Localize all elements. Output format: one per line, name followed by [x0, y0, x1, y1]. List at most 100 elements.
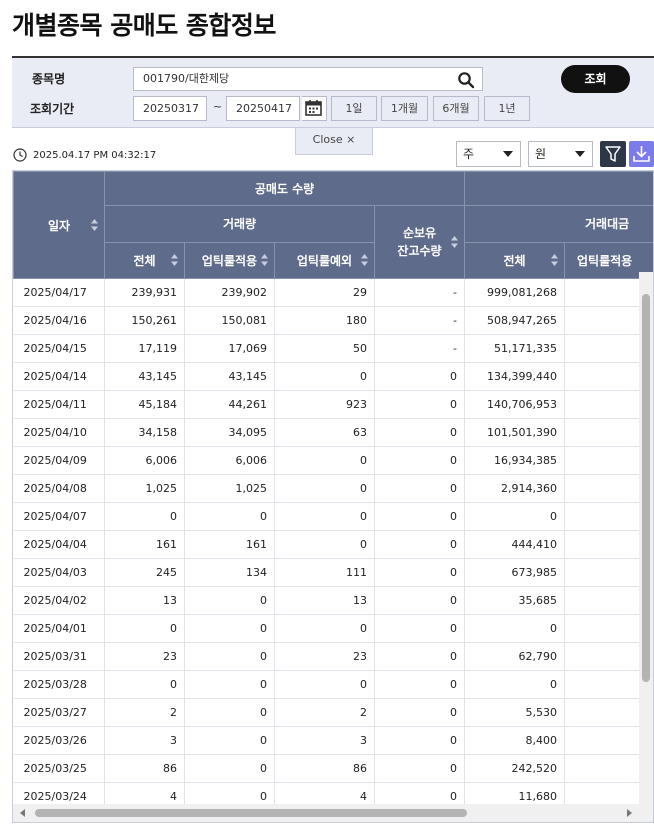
col-header-empty: [464, 171, 653, 206]
date-cell: 2025/04/11: [13, 390, 105, 419]
uptick-exempt-cell: 111: [274, 558, 375, 587]
unit-select[interactable]: 주: [456, 141, 521, 167]
date-cell: 2025/04/02: [13, 586, 105, 615]
horizontal-scroll-thumb[interactable]: [35, 809, 467, 817]
table-row[interactable]: 2025/04/081,0251,025002,914,3602,914,36: [13, 474, 653, 503]
sort-icon[interactable]: [361, 254, 368, 267]
total-cell: 2: [104, 698, 185, 727]
col-header-uptick[interactable]: 업틱룰적용: [184, 241, 275, 279]
uptick-cell: 0: [184, 754, 275, 783]
col-header-uptick-exempt[interactable]: 업틱룰예외: [274, 241, 375, 279]
period-1m-button[interactable]: 1개월: [381, 96, 428, 121]
table-row[interactable]: 2025/04/1443,14543,14500134,399,440134,3…: [13, 362, 653, 391]
net-holding-cell: 0: [374, 418, 466, 447]
chevron-down-icon: [575, 151, 585, 157]
date-cell: 2025/04/03: [13, 558, 105, 587]
period-6m-button[interactable]: 6개월: [433, 96, 479, 121]
uptick-exempt-cell: 0: [274, 362, 375, 391]
table-row[interactable]: 2025/03/31 23 0 23 0 62,790: [13, 642, 653, 671]
date-cell: 2025/04/16: [13, 306, 105, 335]
sort-icon[interactable]: [91, 219, 98, 231]
table-row[interactable]: 2025/04/1145,18444,2619230140,706,953137…: [13, 390, 653, 419]
value-total-cell: 673,985: [464, 558, 566, 587]
col-header-date[interactable]: 일자: [13, 171, 105, 279]
sort-icon[interactable]: [261, 254, 268, 267]
table-row[interactable]: 2025/04/1034,15834,095630101,501,390101,…: [13, 418, 653, 447]
net-holding-cell: 0: [374, 446, 466, 475]
filter-icon: [605, 146, 621, 162]
total-cell: 86: [104, 754, 185, 783]
table-row[interactable]: 2025/03/28 0 0 0 0 0: [13, 670, 653, 699]
sort-icon[interactable]: [451, 236, 459, 248]
uptick-exempt-cell: 0: [274, 670, 375, 699]
calendar-icon: [305, 100, 322, 116]
table-row[interactable]: 2025/04/1517,11917,06950-51,171,33551,02…: [13, 334, 653, 363]
col-header-short-qty: 공매도 수량: [103, 171, 466, 206]
date-cell: 2025/04/04: [13, 530, 105, 559]
value-total-cell: 51,171,335: [464, 334, 566, 363]
net-holding-cell: 0: [374, 390, 466, 419]
value-total-cell: 140,706,953: [464, 390, 566, 419]
value-total-cell: 444,410: [464, 530, 566, 559]
sort-icon[interactable]: [171, 254, 178, 267]
total-cell: 150,261: [104, 306, 185, 335]
table-row[interactable]: 2025/04/096,0066,0060016,934,38516,934,3…: [13, 446, 653, 475]
uptick-cell: 34,095: [184, 418, 275, 447]
col-header-value-total[interactable]: 전체: [464, 241, 566, 279]
table-row[interactable]: 2025/03/25 86 0 86 0 242,520: [13, 754, 653, 783]
date-cell: 2025/03/28: [13, 670, 105, 699]
scroll-right-icon[interactable]: [627, 809, 632, 817]
period-1d-button[interactable]: 1일: [331, 96, 377, 121]
net-holding-cell: 0: [374, 362, 466, 391]
date-cell: 2025/04/07: [13, 502, 105, 531]
uptick-cell: 150,081: [184, 306, 275, 335]
close-panel-button[interactable]: Close ×: [295, 128, 373, 155]
filter-button[interactable]: [600, 141, 626, 167]
table-body: 2025/04/17239,931239,90229-999,081,26899…: [13, 278, 653, 811]
period-1y-button[interactable]: 1년: [484, 96, 530, 121]
uptick-exempt-cell: 86: [274, 754, 375, 783]
table-row[interactable]: 2025/04/16150,261150,081180-508,947,2655…: [13, 306, 653, 335]
date-cell: 2025/03/25: [13, 754, 105, 783]
uptick-cell: 0: [184, 586, 275, 615]
uptick-cell: 0: [184, 642, 275, 671]
net-holding-cell: -: [374, 334, 466, 363]
total-cell: 0: [104, 614, 185, 643]
col-header-net-holding[interactable]: 순보유 잔고수량: [373, 205, 466, 279]
vertical-scrollbar[interactable]: [639, 272, 653, 804]
date-cell: 2025/04/09: [13, 446, 105, 475]
chevron-down-icon: [503, 151, 513, 157]
stock-input[interactable]: 001790/대한제당: [133, 67, 483, 91]
uptick-exempt-cell: 0: [274, 446, 375, 475]
download-button[interactable]: [629, 141, 654, 167]
calendar-button[interactable]: [302, 96, 327, 121]
scroll-left-icon[interactable]: [20, 809, 25, 817]
end-date-input[interactable]: 20250417: [226, 96, 300, 121]
table-row[interactable]: 2025/04/0416116100444,410444,41: [13, 530, 653, 559]
table-row[interactable]: 2025/03/26 3 0 3 0 8,400: [13, 726, 653, 755]
uptick-exempt-cell: 29: [274, 278, 375, 307]
value-total-cell: 8,400: [464, 726, 566, 755]
table-row[interactable]: 2025/04/07 0 0 0 0 0: [13, 502, 653, 531]
currency-select[interactable]: 원: [528, 141, 593, 167]
search-icon[interactable]: [457, 71, 475, 89]
uptick-cell: 0: [184, 698, 275, 727]
value-total-cell: 2,914,360: [464, 474, 566, 503]
table-row[interactable]: 2025/04/17239,931239,90229-999,081,26899…: [13, 278, 653, 307]
value-total-cell: 999,081,268: [464, 278, 566, 307]
table-row[interactable]: 2025/04/01 0 0 0 0 0: [13, 614, 653, 643]
table-row[interactable]: 2025/04/02 13 0 13 0 35,685: [13, 586, 653, 615]
vertical-scroll-thumb[interactable]: [642, 294, 650, 682]
date-cell: 2025/04/08: [13, 474, 105, 503]
col-header-total[interactable]: 전체: [104, 241, 185, 279]
total-cell: 0: [104, 502, 185, 531]
date-cell: 2025/04/14: [13, 362, 105, 391]
sort-icon[interactable]: [551, 254, 559, 267]
start-date-input[interactable]: 20250317: [133, 96, 207, 121]
horizontal-scrollbar[interactable]: [13, 804, 639, 822]
value-total-cell: 101,501,390: [464, 418, 566, 447]
table-row[interactable]: 2025/04/032451341110673,985367,62: [13, 558, 653, 587]
table-row[interactable]: 2025/03/27 2 0 2 0 5,530: [13, 698, 653, 727]
query-button[interactable]: 조회: [561, 65, 630, 93]
value-total-cell: 0: [464, 614, 566, 643]
